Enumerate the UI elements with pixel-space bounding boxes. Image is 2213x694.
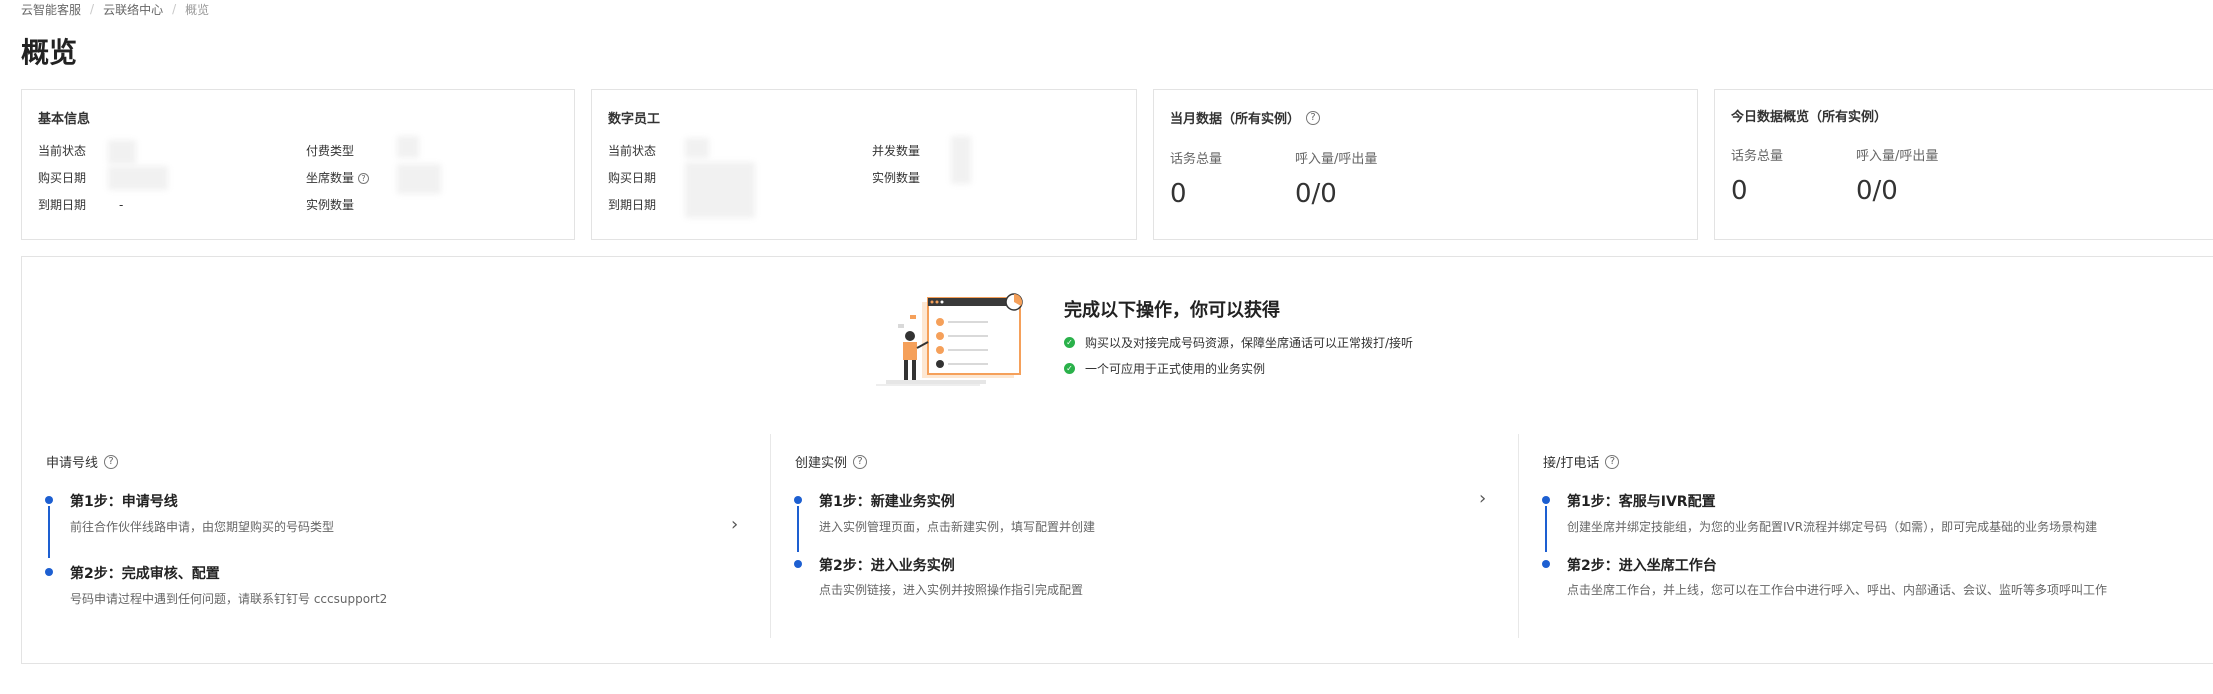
expire-date-label: 到期日期 <box>38 198 87 212</box>
section-title-text: 创建实例 <box>795 456 848 471</box>
check-circle-icon: ✓ <box>1064 337 1075 348</box>
month-total-label: 话务总量 <box>1170 152 1223 167</box>
ds-current-status-label: 当前状态 <box>608 144 657 158</box>
month-inout-value: 0/0 <box>1295 179 1337 209</box>
today-data-card: 今日数据概览（所有实例） 话务总量 呼入量/呼出量 0 0/0 <box>1714 89 2213 240</box>
chevron-right-icon[interactable]: › <box>1479 490 1486 508</box>
step-dot <box>45 496 53 504</box>
breadcrumb-item-current: 概览 <box>185 2 210 17</box>
chevron-right-icon[interactable]: › <box>731 516 738 534</box>
page-title: 概览 <box>21 36 78 69</box>
digital-staff-title: 数字员工 <box>608 112 661 127</box>
concurrency-label: 并发数量 <box>872 144 921 158</box>
month-data-title-text: 当月数据（所有实例） <box>1170 112 1301 127</box>
redacted-pay-type <box>397 136 419 158</box>
promo-item: ✓ 一个可应用于正式使用的业务实例 <box>1064 360 1265 377</box>
step-connector <box>1545 506 1547 552</box>
step-title-new-instance[interactable]: 第1步：新建业务实例 <box>819 491 955 511</box>
month-inout-label: 呼入量/呼出量 <box>1295 152 1378 167</box>
today-inout-value: 0/0 <box>1856 176 1898 206</box>
month-data-card: 当月数据（所有实例） ? 话务总量 呼入量/呼出量 0 0/0 <box>1153 89 1698 240</box>
ds-expire-date-label: 到期日期 <box>608 198 657 212</box>
question-circle-icon[interactable]: ? <box>358 172 370 184</box>
month-total-value: 0 <box>1170 179 1187 209</box>
redacted-seat-count <box>397 164 441 194</box>
instance-count-label: 实例数量 <box>306 198 355 212</box>
question-circle-icon[interactable]: ? <box>1605 454 1620 469</box>
step-dot <box>794 496 802 504</box>
step-dot <box>794 560 802 568</box>
current-status-label: 当前状态 <box>38 144 87 158</box>
expire-date-value: - <box>119 198 124 212</box>
section-title-text: 申请号线 <box>46 456 99 471</box>
today-inout-label: 呼入量/呼出量 <box>1856 149 1939 164</box>
basic-info-card: 基本信息 当前状态 购买日期 到期日期 - 付费类型 坐席数量 ? 实例数量 <box>21 89 575 240</box>
promo-title: 完成以下操作，你可以获得 <box>1064 300 1280 321</box>
month-data-title: 当月数据（所有实例） ? <box>1170 108 1321 127</box>
promo-item-text: 一个可应用于正式使用的业务实例 <box>1085 362 1266 376</box>
column-divider <box>770 434 771 638</box>
step-dot <box>45 568 53 576</box>
step-title-ivr-config[interactable]: 第1步：客服与IVR配置 <box>1567 491 1716 511</box>
pay-type-label: 付费类型 <box>306 144 355 158</box>
redacted-status <box>108 140 136 164</box>
breadcrumb-item-lianluozhongxin[interactable]: 云联络中心 <box>103 1 163 18</box>
promo-item: ✓ 购买以及对接完成号码资源，保障坐席通话可以正常拨打/接听 <box>1064 334 1413 351</box>
check-circle-icon: ✓ <box>1064 363 1075 374</box>
digital-staff-card: 数字员工 当前状态 购买日期 到期日期 并发数量 实例数量 <box>591 89 1137 240</box>
step-desc: 进入实例管理页面，点击新建实例，填写配置并创建 <box>819 520 1096 534</box>
purchase-date-label: 购买日期 <box>38 171 87 185</box>
promo-item-text: 购买以及对接完成号码资源，保障坐席通话可以正常拨打/接听 <box>1085 336 1414 350</box>
step-desc: 前往合作伙伴线路申请，由您期望购买的号码类型 <box>70 520 335 534</box>
today-total-value: 0 <box>1731 176 1748 206</box>
step-title-workbench[interactable]: 第2步：进入坐席工作台 <box>1567 555 1717 575</box>
basic-info-title: 基本信息 <box>38 112 91 127</box>
step-connector <box>48 506 50 558</box>
breadcrumb-separator: / <box>90 2 95 16</box>
section-title-create-instance: 创建实例 ? <box>795 452 868 471</box>
question-circle-icon[interactable]: ? <box>104 454 119 469</box>
step-dot <box>1542 560 1550 568</box>
ds-instance-count-label: 实例数量 <box>872 171 921 185</box>
step-desc: 点击实例链接，进入实例并按照操作指引完成配置 <box>819 583 1084 597</box>
today-data-title: 今日数据概览（所有实例） <box>1731 110 1888 125</box>
redacted-purchase-date <box>108 166 168 190</box>
step-dot <box>1542 496 1550 504</box>
question-circle-icon[interactable]: ? <box>853 454 868 469</box>
redacted-concurrency <box>951 136 971 184</box>
step-title-review: 第2步：完成审核、配置 <box>70 566 220 582</box>
section-title-apply-line: 申请号线 ? <box>46 452 119 471</box>
step-desc: 点击坐席工作台，并上线，您可以在工作台中进行呼入、呼出、内部通话、会议、监听等多… <box>1567 583 2108 597</box>
step-title-apply[interactable]: 第1步：申请号线 <box>70 491 178 511</box>
column-divider <box>1518 434 1519 638</box>
question-circle-icon[interactable]: ? <box>1306 110 1321 125</box>
section-title-text: 接/打电话 <box>1543 456 1600 471</box>
step-desc: 号码申请过程中遇到任何问题，请联系钉钉号 cccsupport2 <box>70 592 388 606</box>
breadcrumb-separator: / <box>172 2 177 16</box>
breadcrumb-item-zhinengkefu[interactable]: 云智能客服 <box>21 1 81 18</box>
section-title-call: 接/打电话 ? <box>1543 452 1620 471</box>
seat-count-text: 坐席数量 <box>306 171 355 185</box>
breadcrumb: 云智能客服 / 云联络中心 / 概览 <box>21 0 209 18</box>
step-desc: 创建坐席并绑定技能组，为您的业务配置IVR流程并绑定号码（如需），即可完成基础的… <box>1567 520 2098 534</box>
redacted-ds-dates <box>685 162 755 218</box>
seat-count-label: 坐席数量 ? <box>306 170 370 186</box>
redacted-ds-status <box>685 138 709 158</box>
step-connector <box>797 506 799 552</box>
ds-purchase-date-label: 购买日期 <box>608 171 657 185</box>
step-title-enter-instance: 第2步：进入业务实例 <box>819 558 955 574</box>
checklist-illustration <box>876 293 1023 386</box>
today-total-label: 话务总量 <box>1731 149 1784 164</box>
